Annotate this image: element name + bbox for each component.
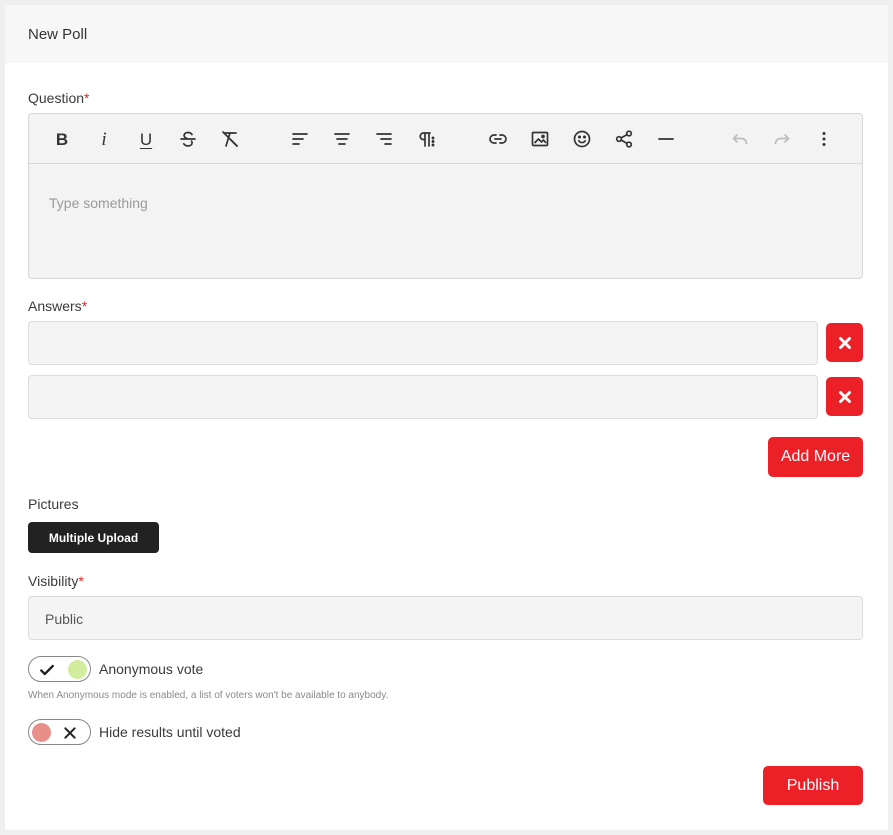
- hide-results-toggle[interactable]: [28, 719, 91, 745]
- question-label-text: Question: [28, 90, 85, 106]
- editor-toolbar: B i U: [29, 114, 862, 164]
- align-right-icon: [376, 133, 392, 145]
- undo-icon: [732, 134, 748, 145]
- hide-results-label: Hide results until voted: [99, 724, 241, 740]
- share-button[interactable]: [612, 127, 636, 151]
- strikethrough-button[interactable]: [176, 127, 200, 151]
- anonymous-vote-hint: When Anonymous mode is enabled, a list o…: [28, 690, 389, 701]
- required-mark: *: [84, 90, 90, 106]
- underline-button[interactable]: U: [134, 127, 158, 151]
- multiple-upload-button[interactable]: Multiple Upload: [28, 522, 159, 553]
- align-center-icon: [334, 133, 350, 145]
- answers-label-text: Answers: [28, 298, 82, 314]
- paragraph-icon: [419, 132, 435, 147]
- paragraph-button[interactable]: [414, 127, 438, 151]
- image-button[interactable]: [528, 127, 552, 151]
- pictures-label: Pictures: [28, 496, 79, 512]
- page-title: New Poll: [28, 26, 88, 43]
- image-icon: [531, 131, 549, 147]
- anonymous-vote-label: Anonymous vote: [99, 661, 204, 677]
- answer-input-1[interactable]: [28, 321, 818, 365]
- italic-icon: i: [101, 128, 107, 150]
- question-editor: B i U Type something: [28, 113, 863, 279]
- align-left-icon: [292, 133, 308, 145]
- card-header: New Poll: [5, 5, 888, 63]
- align-center-button[interactable]: [330, 127, 354, 151]
- underline-icon: U: [139, 129, 153, 149]
- horizontal-rule-button[interactable]: [654, 127, 678, 151]
- toggle-knob: [68, 660, 87, 679]
- emoji-button[interactable]: [570, 127, 594, 151]
- visibility-selected-value: Public: [45, 611, 84, 627]
- strikethrough-icon: [180, 131, 196, 147]
- link-icon: [489, 134, 507, 144]
- redo-button[interactable]: [770, 127, 794, 151]
- check-icon: [38, 661, 56, 679]
- publish-button[interactable]: Publish: [763, 766, 863, 805]
- visibility-label: Visibility*: [28, 573, 84, 589]
- add-more-button[interactable]: Add More: [768, 437, 863, 477]
- undo-button[interactable]: [728, 127, 752, 151]
- close-icon: [838, 336, 851, 349]
- close-icon: [838, 390, 851, 403]
- share-icon: [615, 130, 633, 148]
- delete-answer-2-button[interactable]: [826, 377, 863, 416]
- question-label: Question*: [28, 90, 90, 106]
- align-left-button[interactable]: [288, 127, 312, 151]
- bold-button[interactable]: B: [50, 127, 74, 151]
- delete-answer-1-button[interactable]: [826, 323, 863, 362]
- clear-format-button[interactable]: [218, 127, 242, 151]
- toggle-knob: [32, 723, 51, 742]
- answers-label: Answers*: [28, 298, 87, 314]
- link-button[interactable]: [486, 127, 510, 151]
- more-options-button[interactable]: [812, 127, 836, 151]
- more-vertical-icon: [822, 132, 826, 146]
- clear-format-icon: [222, 131, 238, 147]
- required-mark: *: [78, 573, 84, 589]
- visibility-select[interactable]: Public: [28, 596, 863, 640]
- emoji-icon: [573, 130, 591, 148]
- bold-icon: B: [55, 129, 69, 149]
- required-mark: *: [81, 298, 88, 314]
- italic-button[interactable]: i: [92, 127, 116, 151]
- redo-icon: [774, 134, 790, 145]
- new-poll-card: New Poll Question* B i U Type something …: [5, 5, 888, 830]
- question-editor-placeholder[interactable]: Type something: [49, 195, 148, 211]
- answer-input-2[interactable]: [28, 375, 818, 419]
- close-icon: [61, 724, 79, 742]
- horizontal-rule-icon: [658, 138, 674, 140]
- anonymous-vote-toggle[interactable]: [28, 656, 91, 682]
- visibility-label-text: Visibility: [28, 573, 79, 589]
- align-right-button[interactable]: [372, 127, 396, 151]
